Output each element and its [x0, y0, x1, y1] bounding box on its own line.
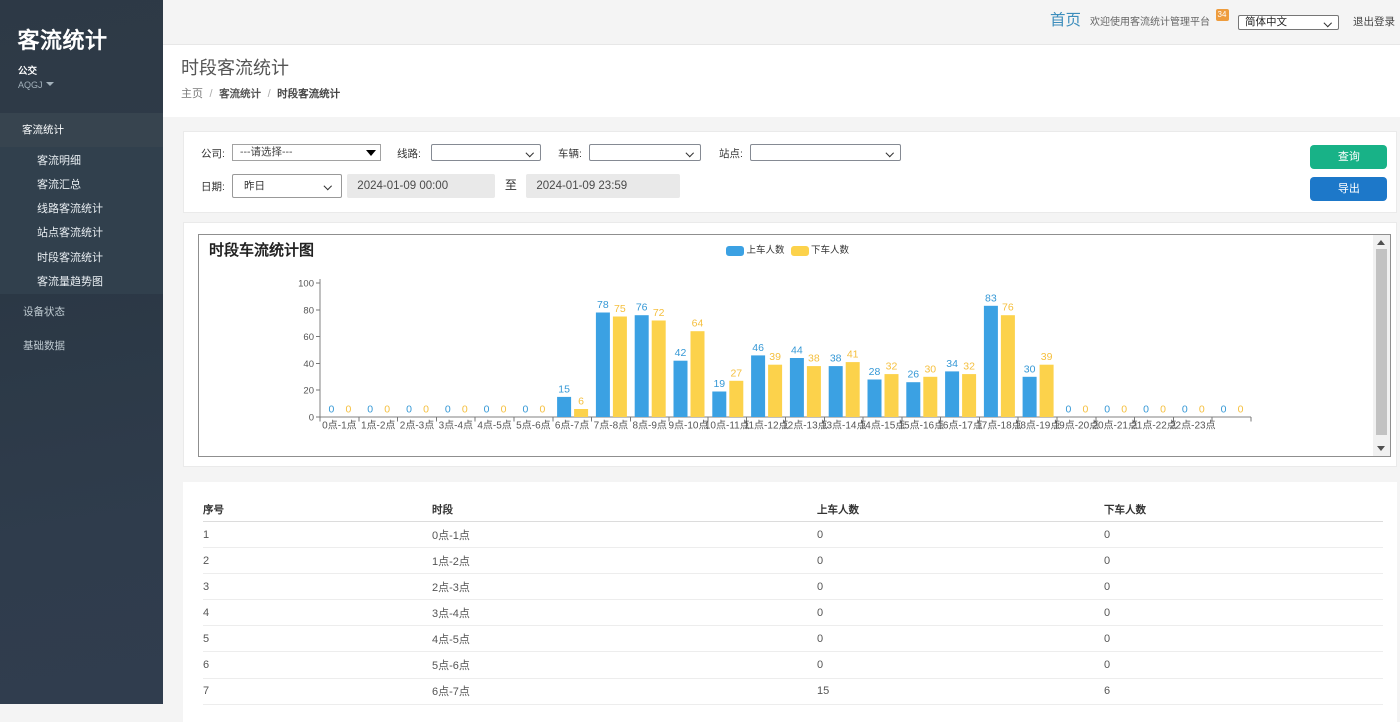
svg-text:0: 0 [367, 403, 373, 415]
svg-text:78: 78 [597, 299, 609, 311]
svg-text:75: 75 [614, 303, 626, 315]
svg-text:76: 76 [1002, 301, 1014, 313]
svg-text:38: 38 [830, 352, 842, 364]
svg-text:20: 20 [303, 385, 314, 396]
svg-text:0点-1点: 0点-1点 [322, 419, 356, 431]
svg-text:4点-5点: 4点-5点 [477, 419, 511, 431]
svg-text:0: 0 [539, 403, 545, 415]
svg-text:32: 32 [963, 360, 975, 372]
svg-text:0: 0 [328, 403, 334, 415]
svg-text:0: 0 [384, 403, 390, 415]
svg-text:34: 34 [946, 357, 958, 369]
svg-text:19: 19 [713, 378, 725, 390]
svg-text:44: 44 [791, 344, 803, 356]
svg-text:40: 40 [303, 358, 314, 369]
svg-text:39: 39 [1041, 351, 1053, 363]
svg-text:0: 0 [445, 403, 451, 415]
svg-text:0: 0 [1121, 403, 1127, 415]
svg-text:0: 0 [309, 412, 314, 423]
svg-text:0: 0 [1143, 403, 1149, 415]
svg-text:0: 0 [1221, 403, 1227, 415]
svg-text:64: 64 [692, 317, 704, 329]
svg-text:9点-10点: 9点-10点 [668, 419, 708, 431]
svg-text:27: 27 [730, 367, 742, 379]
svg-text:1点-2点: 1点-2点 [361, 419, 395, 431]
svg-text:22点-23点: 22点-23点 [1170, 419, 1216, 431]
svg-text:83: 83 [985, 292, 997, 304]
svg-text:6: 6 [578, 395, 584, 407]
svg-text:0: 0 [1065, 403, 1071, 415]
svg-text:41: 41 [847, 348, 859, 360]
svg-text:0: 0 [1160, 403, 1166, 415]
svg-text:46: 46 [752, 341, 764, 353]
svg-text:26: 26 [907, 368, 919, 380]
svg-text:28: 28 [869, 366, 881, 378]
svg-text:0: 0 [406, 403, 412, 415]
svg-text:0: 0 [1082, 403, 1088, 415]
svg-text:0: 0 [1238, 403, 1244, 415]
svg-text:30: 30 [1024, 363, 1036, 375]
svg-text:0: 0 [423, 403, 429, 415]
svg-text:0: 0 [522, 403, 528, 415]
svg-text:38: 38 [808, 352, 820, 364]
svg-text:2点-3点: 2点-3点 [400, 419, 434, 431]
svg-text:0: 0 [345, 403, 351, 415]
svg-text:6点-7点: 6点-7点 [555, 419, 589, 431]
svg-text:60: 60 [303, 332, 314, 343]
svg-text:7点-8点: 7点-8点 [594, 419, 628, 431]
svg-text:3点-4点: 3点-4点 [439, 419, 473, 431]
svg-text:0: 0 [1199, 403, 1205, 415]
svg-text:0: 0 [1104, 403, 1110, 415]
svg-text:42: 42 [675, 347, 687, 359]
svg-text:15: 15 [558, 383, 570, 395]
svg-text:5点-6点: 5点-6点 [516, 419, 550, 431]
svg-text:0: 0 [1182, 403, 1188, 415]
svg-text:0: 0 [462, 403, 468, 415]
svg-text:72: 72 [653, 307, 665, 319]
svg-text:100: 100 [298, 278, 314, 289]
svg-text:80: 80 [303, 305, 314, 316]
svg-text:32: 32 [886, 360, 898, 372]
svg-text:0: 0 [484, 403, 490, 415]
svg-text:30: 30 [924, 363, 936, 375]
svg-text:8点-9点: 8点-9点 [632, 419, 666, 431]
svg-text:76: 76 [636, 301, 648, 313]
svg-text:39: 39 [769, 351, 781, 363]
svg-text:0: 0 [501, 403, 507, 415]
